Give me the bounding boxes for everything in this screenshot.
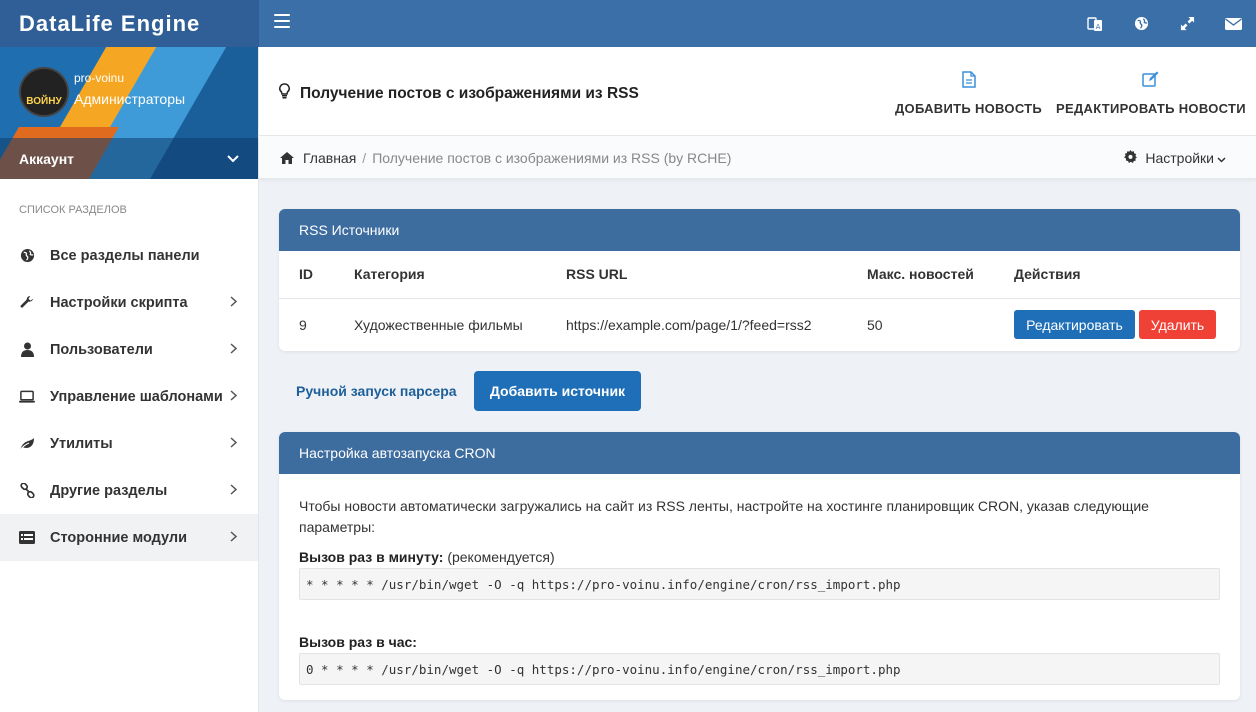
sidebar: ВОЙНУ pro-voinu Администраторы Аккаунт С…	[0, 47, 259, 712]
gear-icon	[1124, 150, 1138, 166]
sidebar-item-label: Пользователи	[50, 341, 153, 358]
sidebar-item-label: Другие разделы	[50, 482, 168, 499]
table-row: 9 Художественные фильмы https://example.…	[279, 298, 1240, 351]
breadcrumb-separator: /	[362, 150, 367, 166]
rss-sources-table: ID Категория RSS URL Макс. новостей Дейс…	[279, 251, 1240, 351]
expand-icon[interactable]	[1164, 0, 1210, 47]
menu-toggle-icon[interactable]	[274, 14, 290, 28]
cell-max-news: 50	[867, 316, 883, 333]
sidebar-item-label: Все разделы панели	[50, 247, 200, 264]
user-role: Администраторы	[74, 91, 186, 107]
cell-category: Художественные фильмы	[354, 316, 523, 333]
cron-hour-label: Вызов раз в час:	[299, 634, 1220, 650]
cron-minute-command[interactable]: * * * * * /usr/bin/wget -O -q https://pr…	[299, 568, 1220, 600]
edit-source-button[interactable]: Редактировать	[1014, 310, 1135, 340]
cron-minute-note: (рекомендуется)	[443, 549, 555, 565]
list-icon	[19, 530, 35, 546]
sidebar-item-templates[interactable]: Управление шаблонами	[0, 373, 258, 420]
svg-text:A: A	[1096, 23, 1101, 31]
brand-logo[interactable]: DataLife Engine	[0, 0, 259, 47]
table-header-row: ID Категория RSS URL Макс. новостей Дейс…	[279, 251, 1240, 299]
edit-news-button[interactable]: РЕДАКТИРОВАТЬ НОВОСТИ	[1056, 71, 1246, 116]
chevron-right-icon	[230, 295, 240, 311]
chevron-right-icon	[230, 483, 240, 499]
section-heading: Список разделов	[19, 204, 127, 216]
column-header: ID	[279, 251, 354, 299]
avatar-text: ВОЙНУ	[26, 96, 62, 107]
cron-minute-title: Вызов раз в минуту:	[299, 549, 444, 565]
sidebar-item-label: Утилиты	[50, 435, 113, 452]
avatar[interactable]: ВОЙНУ	[19, 67, 69, 117]
top-icons: A	[1072, 0, 1256, 47]
settings-dropdown[interactable]: Настройки	[1124, 150, 1226, 166]
page-title: Получение постов с изображениями из RSS	[279, 83, 639, 104]
user-icon	[19, 342, 35, 358]
sidebar-item-label: Управление шаблонами	[50, 388, 223, 405]
chevron-down-icon	[227, 154, 239, 162]
sidebar-item-label: Настройки скрипта	[50, 294, 188, 311]
cron-minute-label: Вызов раз в минуту: (рекомендуется)	[299, 549, 1220, 565]
cron-hour-title: Вызов раз в час:	[299, 634, 417, 650]
cell-actions: Редактировать Удалить	[1014, 298, 1240, 351]
delete-source-button[interactable]: Удалить	[1139, 310, 1216, 340]
cell-id: 9	[299, 316, 307, 333]
cron-hour-command[interactable]: 0 * * * * /usr/bin/wget -O -q https://pr…	[299, 653, 1220, 685]
sidebar-item-all-sections[interactable]: Все разделы панели	[0, 232, 258, 279]
add-news-label: ДОБАВИТЬ НОВОСТЬ	[895, 101, 1043, 116]
sidebar-item-label: Сторонние модули	[50, 529, 188, 546]
breadcrumb-home-label: Главная	[303, 150, 357, 166]
chevron-right-icon	[230, 530, 240, 546]
chevron-down-icon	[1217, 150, 1226, 166]
chevron-right-icon	[230, 389, 240, 405]
page-header: Получение постов с изображениями из RSS …	[259, 47, 1256, 136]
sidebar-item-users[interactable]: Пользователи	[0, 326, 258, 373]
panel-title: RSS Источники	[279, 209, 1240, 251]
breadcrumb-home[interactable]: Главная	[280, 150, 356, 166]
cron-description: Чтобы новости автоматически загружались …	[299, 498, 1149, 535]
column-header: Действия	[1014, 251, 1240, 299]
edit-news-label: РЕДАКТИРОВАТЬ НОВОСТИ	[1056, 101, 1246, 116]
globe-icon	[19, 248, 35, 264]
account-label: Аккаунт	[19, 150, 75, 167]
column-header: Макс. новостей	[867, 251, 1014, 299]
cell-url: https://example.com/page/1/?feed=rss2	[566, 316, 812, 333]
leaf-icon	[19, 436, 35, 452]
rss-sources-panel: RSS Источники ID Категория RSS URL Макс.…	[279, 209, 1240, 351]
cron-body: Чтобы новости автоматически загружались …	[279, 474, 1240, 685]
account-dropdown[interactable]: Аккаунт	[0, 138, 258, 179]
breadcrumb: Главная / Получение постов с изображения…	[280, 150, 731, 166]
link-icon	[19, 483, 35, 499]
sidebar-menu: Все разделы панели Настройки скрипта Пол…	[0, 232, 258, 561]
sidebar-item-utilities[interactable]: Утилиты	[0, 420, 258, 467]
page-title-text: Получение постов с изображениями из RSS	[300, 84, 639, 102]
column-header: Категория	[354, 251, 566, 299]
chevron-right-icon	[230, 436, 240, 452]
add-news-button[interactable]: ДОБАВИТЬ НОВОСТЬ	[895, 71, 1042, 116]
translate-icon[interactable]: A	[1072, 0, 1118, 47]
manual-run-link[interactable]: Ручной запуск парсера	[296, 383, 457, 399]
wrench-icon	[19, 295, 35, 311]
settings-label: Настройки	[1145, 150, 1214, 166]
breadcrumb-bar: Главная / Получение постов с изображения…	[259, 136, 1256, 179]
globe-icon[interactable]	[1118, 0, 1164, 47]
add-source-button[interactable]: Добавить источник	[474, 371, 641, 411]
top-navbar: DataLife Engine A	[0, 0, 1256, 47]
sidebar-item-other-sections[interactable]: Другие разделы	[0, 467, 258, 514]
user-profile-card: ВОЙНУ pro-voinu Администраторы Аккаунт	[0, 47, 258, 179]
column-header: RSS URL	[566, 251, 867, 299]
sidebar-item-script-settings[interactable]: Настройки скрипта	[0, 279, 258, 326]
mail-icon[interactable]	[1210, 0, 1256, 47]
edit-icon	[1142, 71, 1159, 89]
home-icon	[280, 152, 294, 164]
cron-settings-panel: Настройка автозапуска CRON Чтобы новости…	[279, 432, 1240, 700]
laptop-icon	[19, 389, 35, 405]
document-icon	[961, 71, 976, 89]
breadcrumb-current: Получение постов с изображениями из RSS …	[372, 150, 732, 166]
lightbulb-icon	[279, 83, 290, 104]
sidebar-item-third-party-modules[interactable]: Сторонние модули	[0, 514, 258, 561]
username[interactable]: pro-voinu	[74, 71, 124, 85]
panel-title: Настройка автозапуска CRON	[279, 432, 1240, 474]
chevron-right-icon	[230, 342, 240, 358]
